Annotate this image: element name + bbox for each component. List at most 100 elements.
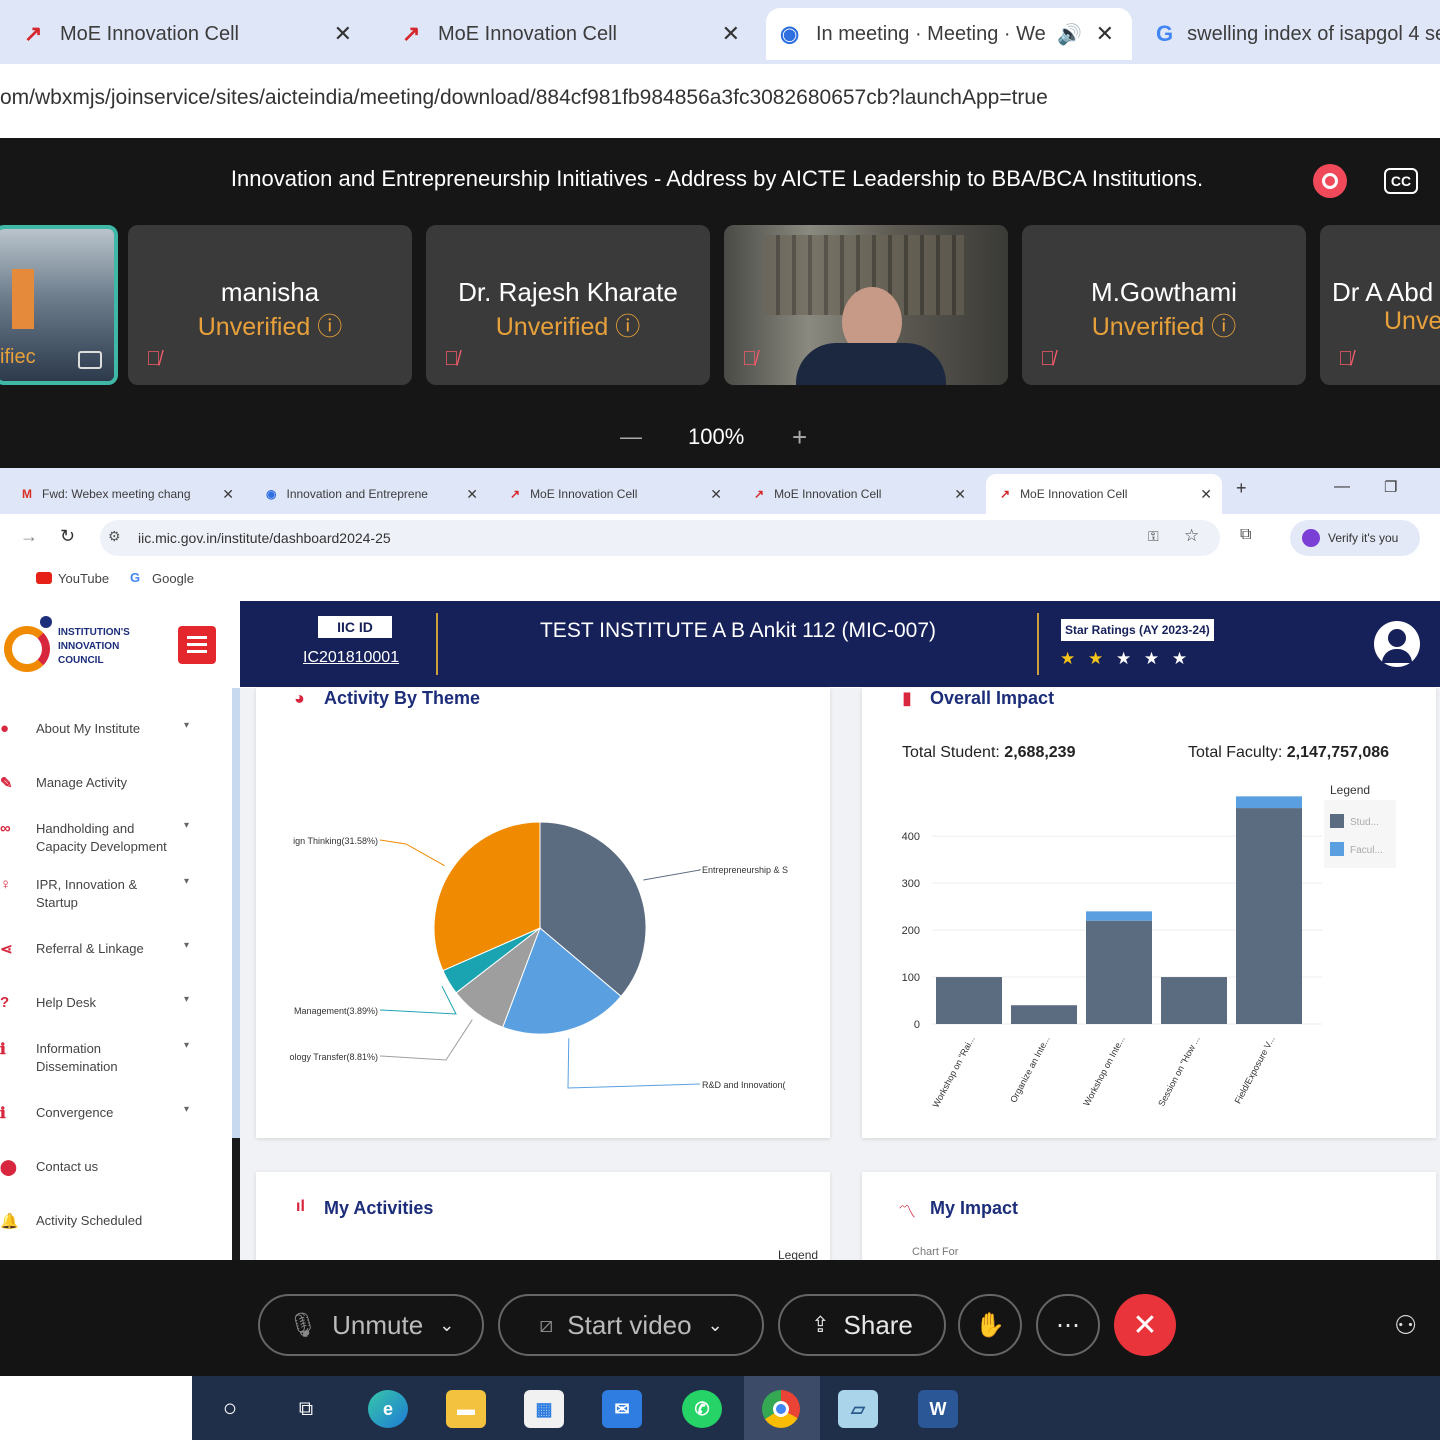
close-tab-icon[interactable]: ✕	[1096, 21, 1114, 47]
sidebar-scrollbar[interactable]	[232, 688, 240, 1138]
bar-segment[interactable]	[1011, 1005, 1077, 1024]
pie-leader-line	[379, 1019, 473, 1061]
inner-tab-strip: M Fwd: Webex meeting chang ✕ ◉ Innovatio…	[0, 468, 1440, 514]
password-key-icon[interactable]: ⚿	[1148, 528, 1159, 545]
verify-profile-button[interactable]: Verify it's you	[1290, 520, 1420, 556]
raise-hand-button[interactable]: ✋	[958, 1294, 1022, 1356]
edge-icon[interactable]: e	[368, 1390, 408, 1428]
reload-button[interactable]: ↻	[60, 526, 75, 547]
close-tab-icon[interactable]: ✕	[722, 21, 740, 47]
inner-tab-5-active[interactable]: ↗ MoE Innovation Cell ✕	[986, 474, 1222, 514]
chrome-icon	[762, 1390, 800, 1428]
search-icon[interactable]: ○	[210, 1390, 250, 1428]
unmute-button[interactable]: 🎙 Unmute ⌄	[258, 1294, 484, 1356]
bookmark-youtube[interactable]: YouTube	[58, 571, 109, 586]
participant-tile-rajesh[interactable]: Dr. Rajesh Kharate Unverified ⓘ 🎙̸	[426, 225, 710, 385]
hand-icon: ✋	[975, 1311, 1005, 1339]
inner-tab-4[interactable]: ↗ MoE Innovation Cell ✕	[740, 474, 976, 514]
closed-caption-button[interactable]: CC	[1384, 168, 1418, 194]
participant-tile-abd[interactable]: Dr A Abd Unve 🎙̸	[1320, 225, 1440, 385]
zoom-controls: — 100% +	[600, 422, 840, 456]
whatsapp-icon[interactable]: ✆	[682, 1390, 722, 1428]
muted-mic-icon: 🎙	[287, 1311, 319, 1339]
inner-tab-3[interactable]: ↗ MoE Innovation Cell ✕	[496, 474, 732, 514]
inner-tab-1[interactable]: M Fwd: Webex meeting chang ✕	[8, 474, 244, 514]
bar-segment[interactable]	[936, 977, 1002, 1024]
outer-tab-2[interactable]: ↗ MoE Innovation Cell ✕	[388, 8, 758, 60]
bookmark-star-icon[interactable]: ☆	[1184, 526, 1199, 546]
minimize-button[interactable]: —	[1334, 478, 1350, 496]
profile-avatar-icon	[1302, 529, 1320, 547]
chevron-down-icon[interactable]: ⌄	[708, 1315, 723, 1336]
hamburger-menu-button[interactable]	[178, 626, 216, 664]
flag-shape	[12, 269, 34, 329]
pie-chart-icon: ◕	[294, 688, 305, 708]
close-tab-icon[interactable]: ✕	[1200, 486, 1212, 503]
bar-segment[interactable]	[1086, 911, 1152, 921]
legend-box	[1324, 800, 1396, 868]
handshake-icon: ∞	[0, 820, 11, 837]
word-icon[interactable]: W	[918, 1390, 958, 1428]
bookmarks-bar: YouTube G Google	[0, 562, 1440, 598]
task-view-icon[interactable]: ⧉	[286, 1390, 326, 1428]
participant-name: Dr A Abd	[1332, 277, 1434, 307]
restore-button[interactable]: ❐	[1384, 478, 1397, 496]
bar-segment[interactable]	[1236, 808, 1302, 1024]
close-tab-icon[interactable]: ✕	[334, 21, 352, 47]
chevron-down-icon: ▾	[184, 1040, 190, 1051]
speaker-icon[interactable]: 🔊	[1057, 22, 1082, 47]
chevron-down-icon[interactable]: ⌄	[439, 1315, 454, 1336]
outer-tab-3-active[interactable]: ◉ In meeting · Meeting · Web 🔊 ✕	[766, 8, 1132, 60]
sidebar-item-label: Manage Activity	[36, 775, 128, 790]
bar-segment[interactable]	[1236, 796, 1302, 809]
participant-tile-video-room[interactable]: ifiec	[0, 225, 118, 385]
zoom-level: 100%	[688, 424, 745, 449]
bookmark-google[interactable]: Google	[152, 571, 194, 586]
mail-icon[interactable]: ✉	[602, 1390, 642, 1428]
zoom-out-button[interactable]: —	[620, 424, 642, 450]
site-info-icon[interactable]: ⚙	[108, 528, 121, 545]
muted-mic-icon: 🎙̸	[1338, 348, 1353, 370]
participant-status: Unverified ⓘ	[197, 313, 343, 341]
chrome-active-slot[interactable]	[744, 1376, 820, 1440]
taskbar-start-area[interactable]	[0, 1376, 192, 1440]
participant-tile-gowthami[interactable]: M.Gowthami Unverified ⓘ 🎙̸	[1022, 225, 1306, 385]
muted-mic-icon: 🎙̸	[1040, 348, 1055, 370]
close-tab-icon[interactable]: ✕	[710, 486, 722, 503]
bar-segment[interactable]	[1161, 977, 1227, 1024]
inner-tab-2[interactable]: ◉ Innovation and Entreprene ✕	[252, 474, 488, 514]
user-avatar-icon[interactable]	[1374, 621, 1420, 667]
zoom-in-button[interactable]: +	[792, 422, 807, 453]
close-tab-icon[interactable]: ✕	[954, 486, 966, 503]
forward-button[interactable]: →	[20, 526, 38, 547]
iic-id-label: IIC ID	[318, 616, 392, 638]
bar-segment[interactable]	[1086, 920, 1152, 1024]
share-button[interactable]: ⇪ Share	[778, 1294, 946, 1356]
start-video-button[interactable]: ⧄ Start video ⌄	[498, 1294, 764, 1356]
outer-url[interactable]: om/wbxmjs/joinservice/sites/aicteindia/m…	[0, 86, 1048, 110]
extensions-icon[interactable]: ⧉	[1240, 526, 1251, 544]
outer-tab-1[interactable]: ↗ MoE Innovation Cell ✕	[10, 8, 370, 60]
new-tab-button[interactable]: +	[1236, 478, 1247, 499]
file-explorer-icon[interactable]: ▬	[446, 1390, 486, 1428]
store-icon[interactable]: ▦	[524, 1390, 564, 1428]
more-icon: ⋯	[1056, 1311, 1080, 1339]
outer-tab-4[interactable]: G swelling index of isapgol 4 se	[1142, 8, 1440, 60]
legend-swatch	[1330, 814, 1344, 828]
pie-label: R&D and Innovation(	[702, 1080, 786, 1090]
recording-icon[interactable]	[1313, 164, 1347, 198]
participant-tile-video-speaker[interactable]: 🎙̸	[724, 225, 1008, 385]
inner-tab-title: Innovation and Entreprene	[286, 487, 428, 501]
participant-tile-manisha[interactable]: manisha Unverified ⓘ 🎙̸	[128, 225, 412, 385]
outer-address-bar[interactable]: om/wbxmjs/joinservice/sites/aicteindia/m…	[0, 64, 1440, 138]
inner-url[interactable]: iic.mic.gov.in/institute/dashboard2024-2…	[138, 530, 391, 546]
close-tab-icon[interactable]: ✕	[222, 486, 234, 503]
leave-meeting-button[interactable]: ✕	[1114, 1294, 1176, 1356]
sidebar-item-label: Referral & Linkage	[36, 941, 144, 956]
more-options-button[interactable]: ⋯	[1036, 1294, 1100, 1356]
close-tab-icon[interactable]: ✕	[466, 486, 478, 503]
notes-app-icon[interactable]: ▱	[838, 1390, 878, 1428]
legend-title: Legend	[1330, 783, 1370, 797]
iic-id-value[interactable]: IC201810001	[303, 649, 399, 667]
participants-icon[interactable]: ⚇	[1394, 1310, 1417, 1341]
